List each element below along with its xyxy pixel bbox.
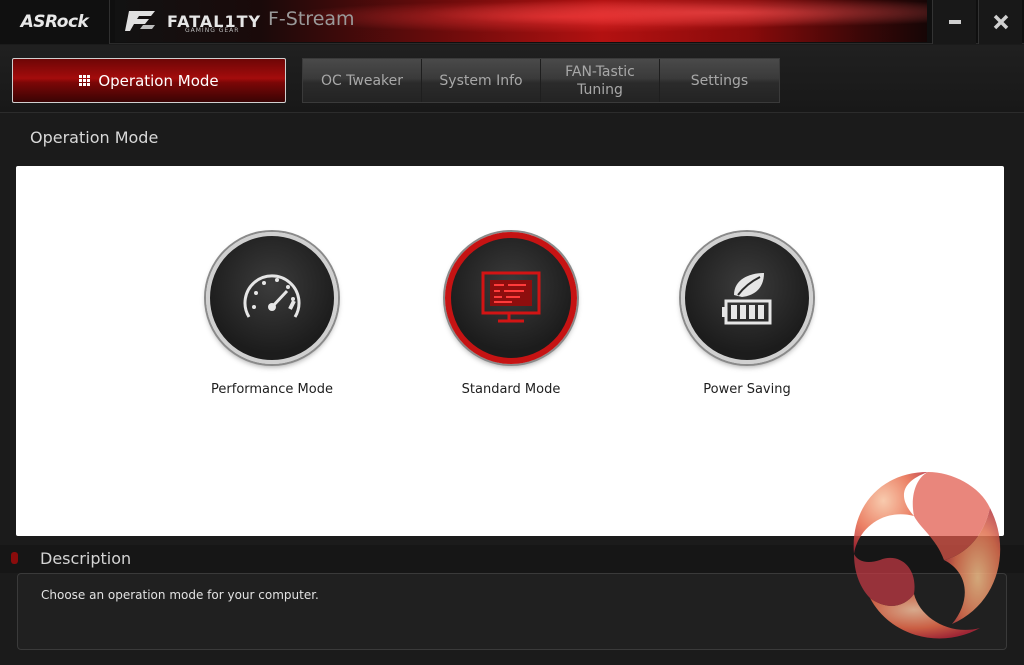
description-header: Description <box>0 545 1024 573</box>
performance-mode-option[interactable]: Performance Mode <box>192 232 352 397</box>
fatality-mark-icon <box>125 11 155 31</box>
minimize-icon <box>948 20 961 24</box>
leaf-battery-icon <box>722 273 772 325</box>
fatality-banner: FATAL1TY GAMING GEAR F-Stream <box>115 0 927 42</box>
standard-mode-option[interactable]: Standard Mode <box>431 232 591 397</box>
minimize-button[interactable] <box>932 0 976 44</box>
mode-button[interactable] <box>206 232 338 364</box>
operation-mode-panel: Performance Mode Standard Mode Power Sav… <box>16 166 1004 536</box>
tab-system-info[interactable]: System Info <box>422 59 541 102</box>
description-text: Choose an operation mode for your comput… <box>41 588 319 602</box>
mode-button[interactable] <box>445 232 577 364</box>
tab-label: FAN-Tastic Tuning <box>565 63 635 98</box>
fatality-subtitle: GAMING GEAR <box>185 27 240 34</box>
tab-fan-tastic-tuning[interactable]: FAN-Tastic Tuning <box>541 59 660 102</box>
tab-group: OC Tweaker System Info FAN-Tastic Tuning… <box>302 58 780 103</box>
tab-label: Operation Mode <box>98 71 219 90</box>
app-title: F-Stream <box>268 8 355 30</box>
grid-icon <box>79 75 91 86</box>
tab-oc-tweaker[interactable]: OC Tweaker <box>303 59 422 102</box>
monitor-icon <box>481 271 541 323</box>
mode-label: Performance Mode <box>211 382 333 397</box>
mode-label: Standard Mode <box>461 382 561 397</box>
title-bar: ASRock FATAL1TY GAMING GEAR F-Stream <box>0 0 1024 44</box>
description-title: Description <box>40 549 132 568</box>
speedometer-icon <box>243 274 301 318</box>
tab-settings[interactable]: Settings <box>660 59 779 102</box>
description-indicator-icon <box>11 552 18 564</box>
close-button[interactable] <box>978 0 1022 44</box>
mode-label: Power Saving <box>703 382 791 397</box>
page-title: Operation Mode <box>30 128 159 147</box>
asrock-logo: ASRock <box>0 0 110 44</box>
close-icon <box>993 14 1008 30</box>
mode-button[interactable] <box>681 232 813 364</box>
power-saving-option[interactable]: Power Saving <box>667 232 827 397</box>
description-box: Choose an operation mode for your comput… <box>17 573 1007 650</box>
tab-operation-mode[interactable]: Operation Mode <box>12 58 286 103</box>
tab-bar: Operation Mode OC Tweaker System Info FA… <box>0 45 1024 113</box>
